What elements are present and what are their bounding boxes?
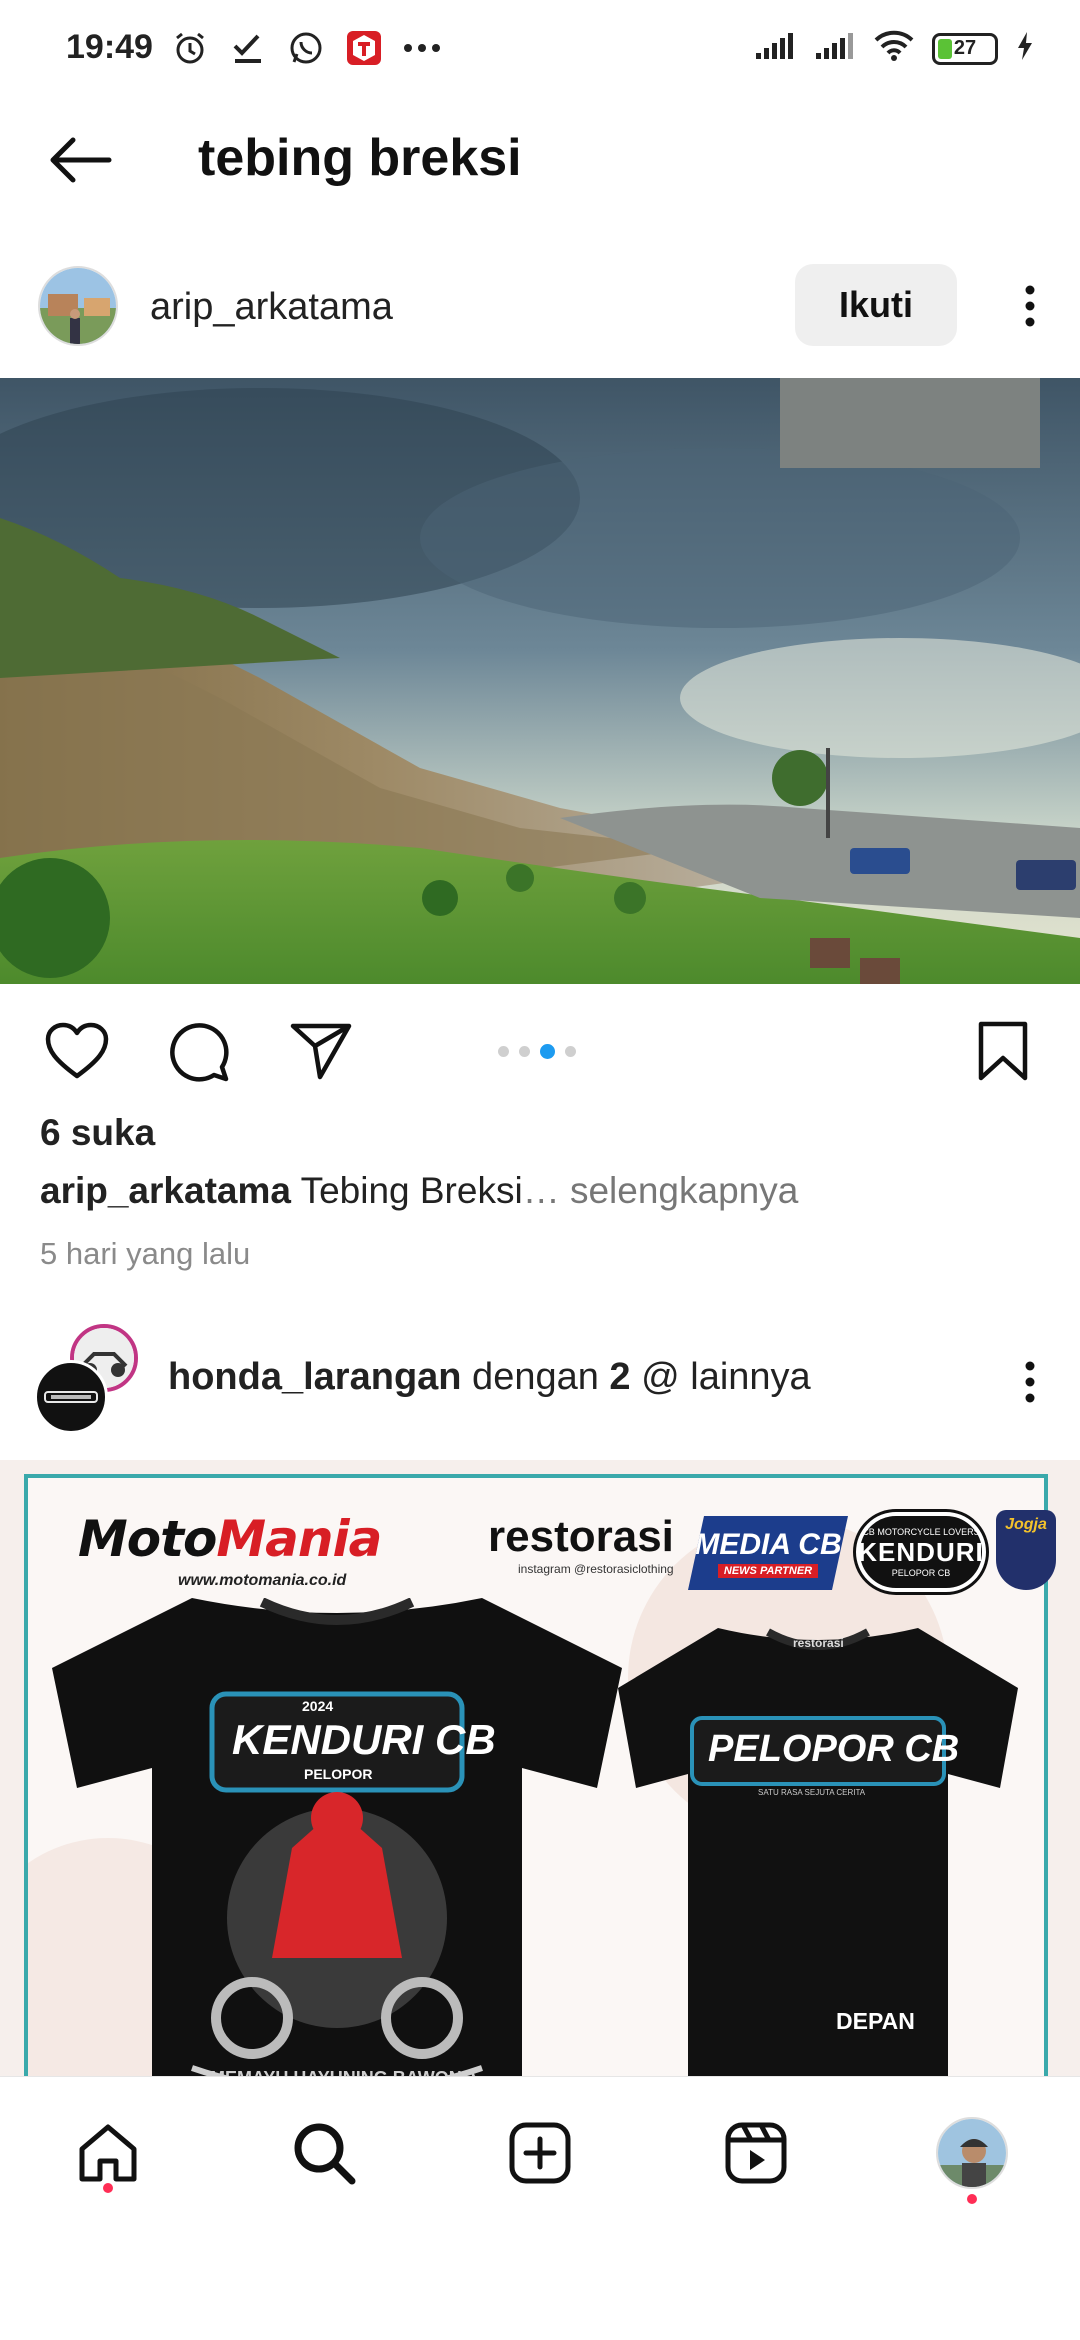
- carousel-dot-active: [540, 1044, 555, 1059]
- signal-icon: [814, 31, 856, 66]
- kenduri-logo: CB MOTORCYCLE LOVERS KENDURI PELOPOR CB: [853, 1509, 989, 1595]
- post2-username[interactable]: honda_larangan dengan 2 @ lainnya: [168, 1356, 811, 1399]
- whatsapp-icon: [286, 28, 326, 68]
- search-icon: [294, 2123, 356, 2185]
- shirt-front-label: DEPAN: [836, 2008, 915, 2034]
- shirt-front-title: PELOPOR CB: [708, 1728, 960, 1770]
- nav-search[interactable]: [284, 2113, 364, 2193]
- post2-username-main[interactable]: honda_larangan: [168, 1356, 462, 1398]
- save-button[interactable]: [968, 1016, 1038, 1086]
- nav-home[interactable]: [68, 2113, 148, 2193]
- top-header: tebing breksi: [0, 100, 1080, 220]
- more-vertical-icon: [1025, 1361, 1035, 1403]
- status-bar: 19:49 27: [0, 0, 1080, 100]
- comment-button[interactable]: [164, 1016, 234, 1086]
- shirt-back-sub: PELOPOR: [304, 1766, 373, 1782]
- shirt-front-brand: restorasi: [793, 1636, 844, 1650]
- battery-level: 27: [953, 37, 977, 59]
- notification-dot: [967, 2194, 977, 2204]
- nav-profile[interactable]: [932, 2113, 1012, 2193]
- check-icon: [228, 28, 268, 68]
- charging-icon: [1016, 31, 1034, 66]
- alarm-icon: [170, 28, 210, 68]
- status-right-icons: 27: [754, 30, 1034, 67]
- post2-collab-count[interactable]: 2: [609, 1356, 630, 1398]
- back-button[interactable]: [40, 128, 120, 192]
- more-vertical-icon: [1025, 285, 1035, 327]
- collab-avatars[interactable]: [34, 1324, 144, 1434]
- post2-rest-text: @ lainnya: [630, 1356, 811, 1398]
- tshirt-back: 2024 KENDURI CB PELOPOR MEMAYU HAYUNING …: [42, 1597, 632, 2080]
- carousel-indicator: [498, 1044, 576, 1059]
- carousel-dot: [565, 1046, 576, 1057]
- avatar: [34, 1360, 108, 1434]
- profile-avatar: [936, 2117, 1008, 2189]
- page-title: tebing breksi: [198, 129, 522, 187]
- post-header: arip_arkatama Ikuti: [0, 250, 1080, 370]
- like-button[interactable]: [42, 1016, 112, 1086]
- caption-more-link[interactable]: … selengkapnya: [523, 1170, 799, 1211]
- heart-icon: [45, 1022, 109, 1079]
- post-timestamp: 5 hari yang lalu: [40, 1236, 251, 1271]
- jogja-logo: Jogja: [996, 1510, 1056, 1590]
- more-options-button[interactable]: [1002, 270, 1058, 342]
- like-count[interactable]: 6 suka: [40, 1112, 155, 1154]
- caption-text: Tebing Breksi: [290, 1170, 523, 1211]
- battery-icon: 27: [932, 32, 998, 65]
- post-actions: [0, 1006, 1080, 1096]
- post2-image[interactable]: MotoMania www.motomania.co.id restorasi …: [0, 1460, 1080, 2080]
- restorasi-handle: instagram @restorasiclothing: [518, 1562, 674, 1576]
- carousel-dot: [519, 1046, 530, 1057]
- shirt-front-sub: SATU RASA SEJUTA CERITA: [758, 1788, 866, 1797]
- home-icon: [79, 2124, 137, 2182]
- app-t-icon: [344, 28, 384, 68]
- media-cb-logo: MEDIA CB NEWS PARTNER: [688, 1516, 848, 1590]
- post-photo[interactable]: [0, 378, 1080, 984]
- post-username[interactable]: arip_arkatama: [150, 286, 393, 329]
- post2-header: honda_larangan dengan 2 @ lainnya: [0, 1320, 1080, 1440]
- shirt-back-title: KENDURI CB: [232, 1716, 496, 1763]
- arrow-left-icon: [50, 137, 112, 183]
- more-options-button[interactable]: [1002, 1346, 1058, 1418]
- nav-reels[interactable]: [716, 2113, 796, 2193]
- more-dots-icon: [402, 28, 442, 68]
- nav-create[interactable]: [500, 2113, 580, 2193]
- create-icon: [509, 2122, 571, 2184]
- tshirt-front: restorasi PELOPOR CB SATU RASA SEJUTA CE…: [608, 1628, 1028, 2080]
- post-caption[interactable]: arip_arkatama Tebing Breksi… selengkapny…: [40, 1170, 798, 1212]
- post2-with-text: dengan: [461, 1356, 610, 1398]
- status-time: 19:49: [66, 28, 153, 66]
- motomania-logo: MotoMania: [78, 1510, 382, 1568]
- avatar[interactable]: [38, 266, 118, 346]
- carousel-dot: [498, 1046, 509, 1057]
- comment-icon: [170, 1023, 229, 1082]
- sponsor-logos: MotoMania www.motomania.co.id restorasi …: [48, 1496, 1056, 1606]
- follow-button[interactable]: Ikuti: [795, 264, 957, 346]
- shirt-back-year: 2024: [302, 1698, 334, 1714]
- notification-dot: [103, 2183, 113, 2193]
- reels-icon: [725, 2122, 787, 2184]
- motomania-url: www.motomania.co.id: [178, 1572, 347, 1589]
- wifi-icon: [874, 30, 914, 67]
- restorasi-logo: restorasi: [488, 1512, 674, 1561]
- send-icon: [290, 1023, 352, 1080]
- share-button[interactable]: [286, 1016, 356, 1086]
- bottom-navigation: [0, 2076, 1080, 2340]
- status-left-icons: [170, 28, 442, 68]
- caption-username[interactable]: arip_arkatama: [40, 1170, 291, 1211]
- signal-icon: [754, 31, 796, 66]
- bookmark-icon: [978, 1021, 1028, 1081]
- promo-banner: MotoMania www.motomania.co.id restorasi …: [24, 1474, 1056, 2080]
